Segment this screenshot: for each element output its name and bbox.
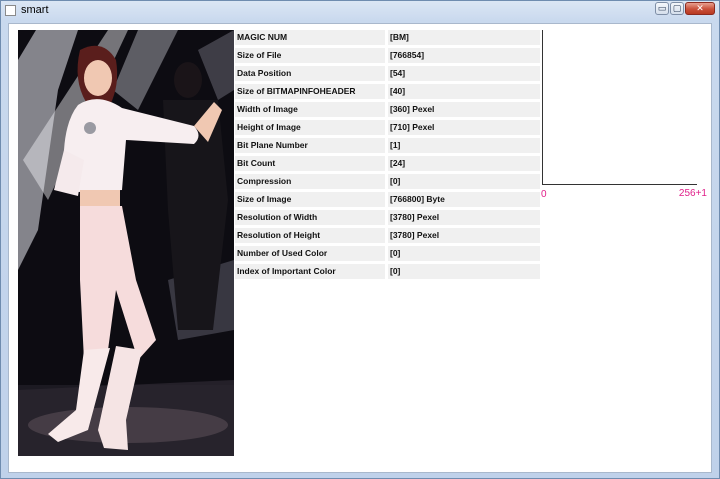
info-value: [0]	[388, 174, 540, 189]
info-label: Size of BITMAPINFOHEADER	[235, 84, 385, 99]
info-label: Resolution of Width	[235, 210, 385, 225]
histogram-y-axis	[542, 30, 543, 185]
info-row-size-of-file: Size of File [766854]	[235, 47, 541, 65]
info-value: [BM]	[388, 30, 540, 45]
title-bar[interactable]: smart ▭ ▢ ✕	[1, 1, 719, 23]
info-row-header-size: Size of BITMAPINFOHEADER [40]	[235, 83, 541, 101]
info-row-size-of-image: Size of Image [766800] Byte	[235, 191, 541, 209]
window-title: smart	[21, 4, 49, 16]
info-value: [24]	[388, 156, 540, 171]
info-label: Size of File	[235, 48, 385, 63]
photo-illustration	[18, 30, 234, 456]
info-label: Index of Important Color	[235, 264, 385, 279]
info-value: [3780] Pexel	[388, 210, 540, 225]
info-label: Data Position	[235, 66, 385, 81]
info-row-magic-num: MAGIC NUM [BM]	[235, 29, 541, 47]
info-value: [54]	[388, 66, 540, 81]
info-row-resolution-width: Resolution of Width [3780] Pexel	[235, 209, 541, 227]
info-value: [0]	[388, 264, 540, 279]
info-label: Size of Image	[235, 192, 385, 207]
minimize-button[interactable]: ▭	[655, 2, 669, 15]
info-row-data-position: Data Position [54]	[235, 65, 541, 83]
info-value: [40]	[388, 84, 540, 99]
info-row-bit-plane: Bit Plane Number [1]	[235, 137, 541, 155]
info-row-height: Height of Image [710] Pexel	[235, 119, 541, 137]
info-label: Resolution of Height	[235, 228, 385, 243]
info-value: [710] Pexel	[388, 120, 540, 135]
histogram-x-axis	[542, 184, 697, 185]
close-button[interactable]: ✕	[685, 2, 715, 15]
info-row-compression: Compression [0]	[235, 173, 541, 191]
info-value: [766854]	[388, 48, 540, 63]
info-value: [766800] Byte	[388, 192, 540, 207]
info-row-bit-count: Bit Count [24]	[235, 155, 541, 173]
app-icon[interactable]	[5, 5, 16, 16]
info-value: [3780] Pexel	[388, 228, 540, 243]
info-label: Height of Image	[235, 120, 385, 135]
histogram-x-min-label: 0	[541, 189, 547, 200]
info-label: Compression	[235, 174, 385, 189]
info-value: [360] Pexel	[388, 102, 540, 117]
info-label: Width of Image	[235, 102, 385, 117]
info-label: MAGIC NUM	[235, 30, 385, 45]
info-row-used-color: Number of Used Color [0]	[235, 245, 541, 263]
histogram-x-max-label: 256+1	[678, 188, 707, 199]
info-row-important-color: Index of Important Color [0]	[235, 263, 541, 281]
info-row-width: Width of Image [360] Pexel	[235, 101, 541, 119]
histogram-plot: 0 256+1	[541, 30, 707, 200]
app-window: smart ▭ ▢ ✕ MAGIC NUM [BM] Size of File …	[0, 0, 720, 479]
maximize-button[interactable]: ▢	[670, 2, 684, 15]
info-label: Number of Used Color	[235, 246, 385, 261]
bitmap-photo	[18, 30, 234, 456]
info-row-resolution-height: Resolution of Height [3780] Pexel	[235, 227, 541, 245]
info-label: Bit Count	[235, 156, 385, 171]
info-value: [1]	[388, 138, 540, 153]
info-value: [0]	[388, 246, 540, 261]
info-label: Bit Plane Number	[235, 138, 385, 153]
client-area: MAGIC NUM [BM] Size of File [766854] Dat…	[8, 23, 712, 473]
bitmap-info-table: MAGIC NUM [BM] Size of File [766854] Dat…	[235, 29, 541, 281]
